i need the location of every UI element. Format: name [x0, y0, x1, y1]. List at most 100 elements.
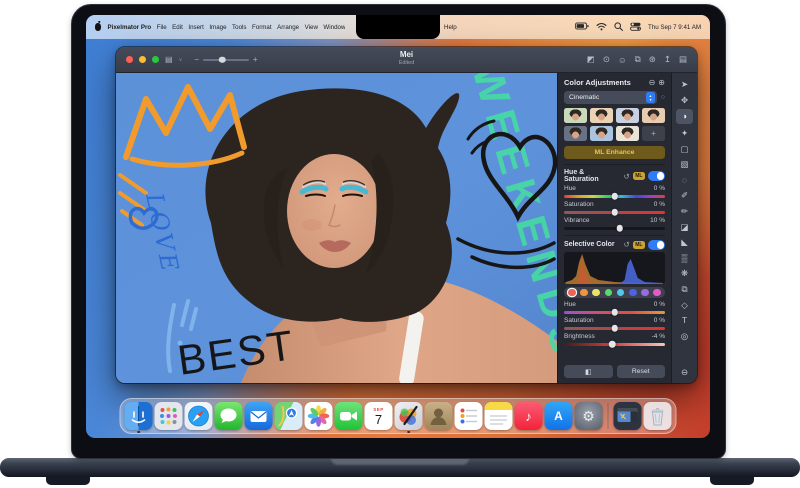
view-options-icon[interactable]: ▤ — [165, 56, 173, 64]
swatch-blue[interactable] — [629, 289, 637, 297]
dock-minimized-window[interactable] — [614, 402, 642, 430]
selective-color-toggle[interactable] — [648, 240, 665, 250]
color-swatch-icon[interactable]: ◩ — [587, 54, 595, 65]
swatch-orange[interactable] — [580, 289, 588, 297]
slider-thumb[interactable] — [611, 325, 618, 332]
dock-launchpad[interactable] — [155, 402, 183, 430]
swatch-green[interactable] — [605, 289, 613, 297]
menu-view[interactable]: View — [305, 24, 318, 31]
remove-adjustment-icon[interactable]: ⊖ — [649, 79, 656, 87]
apple-menu-icon[interactable] — [95, 23, 101, 31]
fullscreen-button[interactable] — [152, 56, 159, 63]
tool-clone[interactable]: ⧉ — [677, 283, 692, 296]
saturation-slider[interactable] — [564, 211, 665, 214]
account-icon[interactable]: ☺ — [618, 55, 627, 65]
slider-thumb[interactable] — [616, 225, 623, 232]
wifi-icon[interactable] — [596, 22, 607, 33]
zoom-slider-thumb[interactable] — [219, 56, 226, 63]
dock-photos[interactable] — [305, 402, 333, 430]
dock-reminders[interactable] — [455, 402, 483, 430]
menu-edit[interactable]: Edit — [172, 24, 183, 31]
selective-saturation-slider[interactable] — [564, 327, 665, 330]
menu-window[interactable]: Window — [323, 24, 345, 31]
control-center-icon[interactable] — [630, 22, 641, 33]
photo-canvas[interactable]: LOVE WEEKENDS BEST — [116, 73, 557, 383]
zoom-slider[interactable] — [203, 59, 249, 61]
dock-calendar[interactable]: SEP7 — [365, 402, 393, 430]
tool-paint[interactable]: ✏ — [677, 205, 692, 218]
zoom-out-button[interactable]: − — [194, 55, 199, 64]
remove-tool-icon[interactable]: ⊖ — [677, 366, 692, 379]
tool-quick-select[interactable]: ✐ — [677, 189, 692, 202]
preset-stepper[interactable]: ▴▾ — [646, 92, 655, 103]
menu-image[interactable]: Image — [209, 24, 226, 31]
zoom-in-button[interactable]: + — [253, 55, 258, 64]
tool-fill[interactable]: ◣ — [677, 236, 692, 249]
tool-gradient[interactable]: ▒ — [677, 252, 692, 265]
menu-format[interactable]: Format — [252, 24, 272, 31]
dock-pixelmator-pro[interactable] — [395, 402, 423, 430]
dock-mail[interactable] — [245, 402, 273, 430]
tool-rect-select[interactable]: ▧ — [677, 158, 692, 171]
preset-thumbnail[interactable] — [642, 108, 665, 123]
compare-button[interactable]: ◧ — [564, 365, 613, 378]
menu-tools[interactable]: Tools — [232, 24, 246, 31]
preset-options-icon[interactable]: ○ — [661, 94, 665, 101]
menu-clock[interactable]: Thu Sep 7 9:41 AM — [648, 24, 701, 31]
slider-thumb[interactable] — [611, 209, 618, 216]
hue-saturation-toggle[interactable] — [648, 171, 665, 181]
tool-free-select[interactable]: ◌ — [677, 174, 692, 187]
add-preset-button[interactable]: + — [642, 126, 665, 141]
reset-section-icon[interactable]: ↺ — [623, 240, 629, 249]
menu-insert[interactable]: Insert — [188, 24, 203, 31]
brightness-slider[interactable] — [564, 343, 665, 346]
dock-music[interactable]: ♪ — [515, 402, 543, 430]
dock-safari[interactable] — [185, 402, 213, 430]
close-button[interactable] — [126, 56, 133, 63]
menu-app-name[interactable]: Pixelmator Pro — [108, 24, 152, 31]
battery-icon[interactable] — [575, 22, 589, 32]
dock-system-settings[interactable]: ⚙ — [575, 402, 603, 430]
ml-badge[interactable]: ML — [633, 241, 645, 249]
preset-thumbnail[interactable] — [616, 108, 639, 123]
ml-badge[interactable]: ML — [633, 172, 645, 180]
tool-transform[interactable]: ✥ — [677, 94, 692, 107]
ml-enhance-button[interactable]: ML Enhance — [564, 146, 665, 159]
spotlight-search-icon[interactable] — [614, 22, 623, 33]
dock-facetime[interactable] — [335, 402, 363, 430]
tool-effects[interactable]: ✦ — [677, 127, 692, 140]
preset-dropdown[interactable]: Cinematic ▴▾ — [564, 91, 657, 104]
preset-thumbnail[interactable] — [564, 108, 587, 123]
dock-notes[interactable] — [485, 402, 513, 430]
dock-trash[interactable] — [644, 402, 672, 430]
tool-shape[interactable]: ◇ — [677, 298, 692, 311]
tool-color-adjustments[interactable]: ◑ — [676, 109, 693, 124]
slider-thumb[interactable] — [611, 193, 618, 200]
menu-help[interactable]: Help — [444, 24, 457, 31]
swatch-cyan[interactable] — [617, 289, 625, 297]
decorate-menu-icon[interactable]: ⊛ — [649, 54, 656, 65]
dock-app-store[interactable]: A — [545, 402, 573, 430]
swatch-yellow[interactable] — [592, 289, 600, 297]
selective-hue-slider[interactable] — [564, 311, 665, 314]
tool-eraser[interactable]: ◪ — [677, 220, 692, 233]
dock-contacts[interactable] — [425, 402, 453, 430]
swatch-red[interactable] — [568, 289, 576, 297]
reset-button[interactable]: Reset — [617, 365, 666, 378]
tool-crop[interactable]: ▢ — [677, 142, 692, 155]
vibrance-slider[interactable] — [564, 227, 665, 230]
dock-messages[interactable] — [215, 402, 243, 430]
slider-thumb[interactable] — [609, 341, 616, 348]
swatch-purple[interactable] — [641, 289, 649, 297]
menu-file[interactable]: File — [157, 24, 167, 31]
dock-maps[interactable] — [275, 402, 303, 430]
swatch-magenta[interactable] — [653, 289, 661, 297]
add-adjustment-icon[interactable]: ⊕ — [658, 79, 665, 87]
preset-thumbnail[interactable] — [564, 126, 587, 141]
hue-slider[interactable] — [564, 195, 665, 198]
window-titlebar[interactable]: ▤ ∨ − + Mei Edited ◩ ⊙ ☺ ⧉ ⊛ ↥ — [116, 47, 697, 73]
tool-retouch[interactable]: ❋ — [677, 267, 692, 280]
toggle-sidebar-icon[interactable]: ▤ — [679, 54, 687, 65]
preset-thumbnail[interactable] — [590, 108, 613, 123]
time-limit-icon[interactable]: ⊙ — [603, 54, 610, 65]
